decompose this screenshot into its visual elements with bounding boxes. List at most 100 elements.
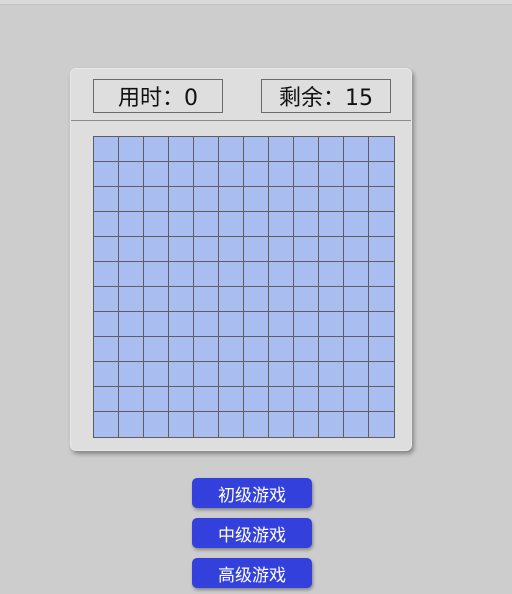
board-cell[interactable]	[344, 262, 369, 287]
board-cell[interactable]	[269, 262, 294, 287]
board-cell[interactable]	[169, 362, 194, 387]
board-cell[interactable]	[119, 337, 144, 362]
board-cell[interactable]	[319, 412, 344, 437]
board-cell[interactable]	[144, 412, 169, 437]
board-cell[interactable]	[269, 187, 294, 212]
board-cell[interactable]	[294, 337, 319, 362]
board-cell[interactable]	[219, 262, 244, 287]
board-cell[interactable]	[94, 237, 119, 262]
board-cell[interactable]	[144, 212, 169, 237]
intermediate-game-button[interactable]: 中级游戏	[192, 518, 312, 548]
board-cell[interactable]	[94, 312, 119, 337]
board-cell[interactable]	[294, 387, 319, 412]
board-cell[interactable]	[319, 387, 344, 412]
board-cell[interactable]	[194, 362, 219, 387]
board-cell[interactable]	[244, 237, 269, 262]
board-cell[interactable]	[244, 162, 269, 187]
board-cell[interactable]	[194, 387, 219, 412]
board-cell[interactable]	[294, 237, 319, 262]
board-cell[interactable]	[269, 212, 294, 237]
board-cell[interactable]	[269, 237, 294, 262]
board-cell[interactable]	[144, 312, 169, 337]
board-cell[interactable]	[294, 262, 319, 287]
board-cell[interactable]	[319, 262, 344, 287]
board-cell[interactable]	[344, 137, 369, 162]
board-cell[interactable]	[294, 412, 319, 437]
board-cell[interactable]	[169, 262, 194, 287]
board-cell[interactable]	[119, 187, 144, 212]
board-cell[interactable]	[144, 287, 169, 312]
board-cell[interactable]	[369, 162, 394, 187]
board-cell[interactable]	[294, 137, 319, 162]
board-cell[interactable]	[144, 187, 169, 212]
board-cell[interactable]	[169, 187, 194, 212]
board-cell[interactable]	[194, 162, 219, 187]
board-cell[interactable]	[119, 262, 144, 287]
board-cell[interactable]	[219, 237, 244, 262]
board-cell[interactable]	[94, 137, 119, 162]
board-cell[interactable]	[144, 162, 169, 187]
board-cell[interactable]	[319, 162, 344, 187]
board-cell[interactable]	[319, 287, 344, 312]
board-cell[interactable]	[144, 137, 169, 162]
board-cell[interactable]	[269, 312, 294, 337]
board-cell[interactable]	[194, 312, 219, 337]
board-cell[interactable]	[94, 362, 119, 387]
board-cell[interactable]	[344, 287, 369, 312]
board-cell[interactable]	[194, 337, 219, 362]
advanced-game-button[interactable]: 高级游戏	[192, 558, 312, 588]
board-cell[interactable]	[269, 162, 294, 187]
board-cell[interactable]	[219, 312, 244, 337]
board-cell[interactable]	[94, 337, 119, 362]
board-cell[interactable]	[119, 312, 144, 337]
board-cell[interactable]	[169, 137, 194, 162]
board-cell[interactable]	[269, 362, 294, 387]
board-cell[interactable]	[369, 137, 394, 162]
board-cell[interactable]	[294, 212, 319, 237]
board-cell[interactable]	[144, 262, 169, 287]
board-cell[interactable]	[369, 212, 394, 237]
board-cell[interactable]	[369, 262, 394, 287]
board-cell[interactable]	[244, 212, 269, 237]
board-cell[interactable]	[244, 312, 269, 337]
board-cell[interactable]	[119, 212, 144, 237]
board-cell[interactable]	[169, 337, 194, 362]
board-cell[interactable]	[344, 412, 369, 437]
board-cell[interactable]	[219, 187, 244, 212]
board-cell[interactable]	[319, 237, 344, 262]
board-cell[interactable]	[219, 137, 244, 162]
board-cell[interactable]	[119, 237, 144, 262]
board-cell[interactable]	[119, 387, 144, 412]
board-cell[interactable]	[344, 337, 369, 362]
board-cell[interactable]	[144, 387, 169, 412]
board-cell[interactable]	[169, 212, 194, 237]
board-cell[interactable]	[169, 162, 194, 187]
board-cell[interactable]	[344, 362, 369, 387]
board-cell[interactable]	[344, 212, 369, 237]
board-cell[interactable]	[369, 412, 394, 437]
board-cell[interactable]	[194, 237, 219, 262]
board-cell[interactable]	[169, 237, 194, 262]
board-cell[interactable]	[294, 162, 319, 187]
board-cell[interactable]	[194, 137, 219, 162]
board-cell[interactable]	[369, 312, 394, 337]
board-cell[interactable]	[119, 162, 144, 187]
board-cell[interactable]	[319, 337, 344, 362]
board-cell[interactable]	[94, 162, 119, 187]
board-cell[interactable]	[269, 337, 294, 362]
board-cell[interactable]	[194, 187, 219, 212]
board-cell[interactable]	[169, 387, 194, 412]
board-cell[interactable]	[344, 162, 369, 187]
board-cell[interactable]	[94, 212, 119, 237]
board-cell[interactable]	[369, 287, 394, 312]
board-cell[interactable]	[244, 137, 269, 162]
board-cell[interactable]	[194, 412, 219, 437]
board-cell[interactable]	[369, 237, 394, 262]
board-cell[interactable]	[319, 212, 344, 237]
board-cell[interactable]	[319, 362, 344, 387]
board-cell[interactable]	[94, 187, 119, 212]
board-cell[interactable]	[344, 312, 369, 337]
board-cell[interactable]	[369, 337, 394, 362]
board-cell[interactable]	[369, 387, 394, 412]
board-cell[interactable]	[294, 187, 319, 212]
